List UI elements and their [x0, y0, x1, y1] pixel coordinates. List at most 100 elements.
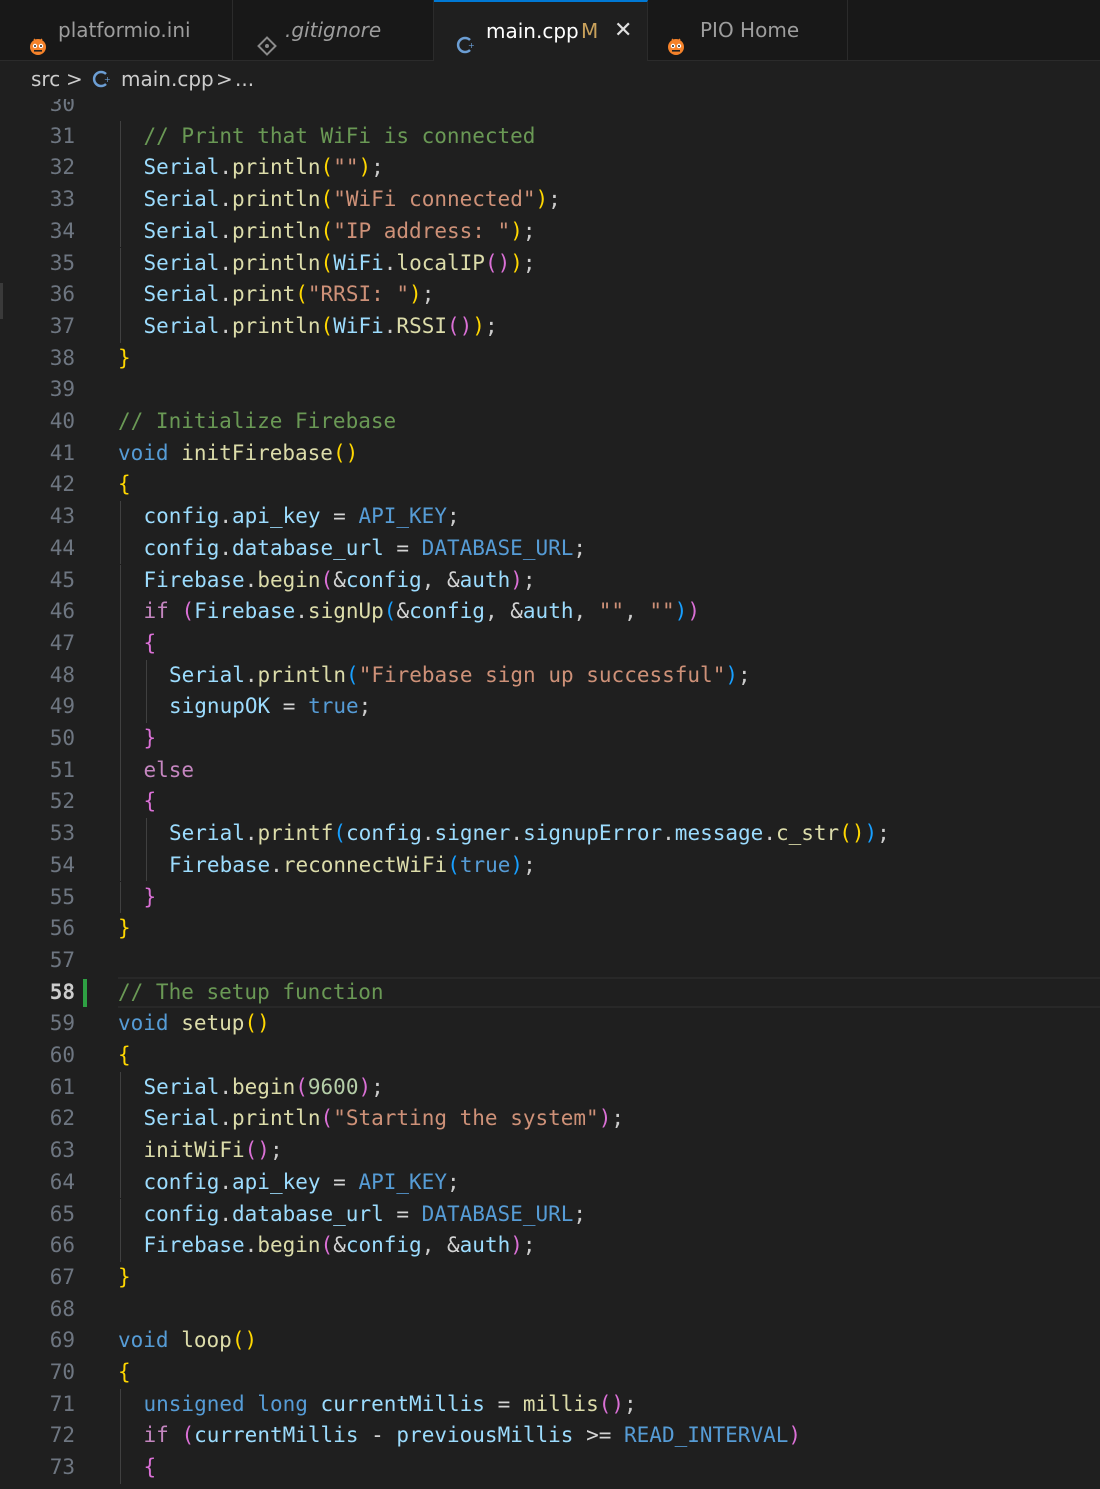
code-token: ; — [548, 187, 561, 212]
code-token: . — [219, 218, 233, 243]
code-line[interactable]: 66 Firebase.begin(&config, &auth); — [0, 1230, 1100, 1262]
code-token: api_key — [232, 504, 321, 529]
chevron-right-icon: > — [216, 67, 233, 91]
code-token: ; — [371, 1074, 384, 1099]
code-line[interactable]: 32 Serial.println(""); — [0, 152, 1100, 185]
code-token: config — [143, 1201, 220, 1226]
code-token: Firebase — [169, 852, 271, 877]
code-line[interactable]: 30 — [0, 99, 1100, 121]
code-line[interactable]: 35 Serial.println(WiFi.localIP()); — [0, 247, 1100, 280]
code-token: . — [219, 1074, 233, 1099]
code-line[interactable]: 33 Serial.println("WiFi connected"); — [0, 184, 1100, 216]
code-line[interactable]: 72 if (currentMillis - previousMillis >= … — [0, 1420, 1100, 1453]
code-line[interactable]: 45 Firebase.begin(&config, &auth); — [0, 564, 1100, 597]
code-line[interactable]: 49 signupOK = true; — [0, 691, 1100, 723]
code-line[interactable]: 73 { — [0, 1452, 1100, 1484]
code-token: . — [219, 504, 233, 529]
line-number: 32 — [49, 155, 75, 180]
code-text: Serial.println("WiFi connected"); — [144, 184, 561, 216]
tab-main-cpp[interactable]: + main.cpp M ✕ — [434, 0, 648, 61]
line-number: 63 — [49, 1138, 75, 1163]
code-token: signupError — [523, 821, 663, 846]
code-token: Serial — [143, 250, 220, 275]
code-token: ) — [358, 1074, 372, 1099]
code-token: = — [383, 535, 422, 560]
code-line[interactable]: 52 { — [0, 786, 1100, 819]
code-line[interactable]: 69 void loop() — [0, 1325, 1100, 1357]
code-line[interactable]: 56} — [0, 913, 1100, 945]
code-line[interactable]: 36 Serial.print("RRSI: "); — [0, 279, 1100, 311]
code-line[interactable]: 38} — [0, 343, 1100, 375]
code-line[interactable]: 54 Firebase.reconnectWiFi(true); — [0, 849, 1100, 882]
code-token: () — [244, 1138, 270, 1163]
tab-pio-home[interactable]: PIO Home — [648, 0, 848, 60]
code-token: Serial — [143, 313, 220, 338]
close-tab-icon[interactable]: ✕ — [614, 2, 632, 60]
code-token: & — [510, 599, 523, 624]
line-number: 70 — [49, 1360, 75, 1384]
code-token: Serial — [143, 1074, 220, 1099]
code-token: config — [346, 821, 422, 846]
code-text: } — [118, 1262, 131, 1294]
code-line[interactable]: 41 void initFirebase() — [0, 438, 1100, 470]
tab-gitignore[interactable]: .gitignore — [233, 0, 434, 60]
editor-tab-bar: platformio.ini .gitignore + main.cpp M ✕… — [0, 0, 1100, 61]
code-line[interactable]: 51 else — [0, 754, 1100, 787]
code-line[interactable]: 59 void setup() — [0, 1008, 1100, 1040]
code-token: println — [232, 187, 321, 212]
code-line[interactable]: 46 if (Firebase.signUp(&config, &auth, ""… — [0, 596, 1100, 628]
code-token: ( — [447, 852, 460, 877]
code-line[interactable]: 42 { — [0, 469, 1100, 501]
code-line[interactable]: 47 { — [0, 627, 1100, 660]
code-token: . — [244, 1233, 258, 1258]
code-line[interactable]: 67} — [0, 1262, 1100, 1294]
code-token: () — [484, 250, 511, 275]
code-line[interactable]: 53 Serial.printf(config.signer.signupErro… — [0, 818, 1100, 850]
code-token: "" — [598, 599, 625, 624]
code-token: . — [244, 821, 258, 846]
code-line[interactable]: 40 // Initialize Firebase — [0, 406, 1100, 438]
code-line[interactable]: 71 unsigned long currentMillis = millis()… — [0, 1388, 1100, 1421]
line-number: 38 — [49, 345, 75, 370]
code-line[interactable]: 48 Serial.println("Firebase sign up succe… — [0, 659, 1100, 692]
line-number: 58 — [49, 979, 75, 1004]
code-line[interactable]: 39 — [0, 374, 1100, 406]
code-token: long — [257, 1391, 308, 1416]
code-line[interactable]: 50} — [0, 723, 1100, 755]
code-token: currentMillis — [194, 1423, 359, 1448]
code-token: println — [232, 250, 321, 275]
code-line[interactable]: 62 Serial.println("Starting the system"); — [0, 1103, 1100, 1136]
line-number: 65 — [49, 1201, 75, 1226]
indent-guide — [120, 1166, 121, 1199]
code-editor[interactable]: 30 31 // Print that WiFi is connected 32 Ser… — [0, 99, 1100, 1489]
code-line[interactable]: 61 Serial.begin(9600); — [0, 1071, 1100, 1104]
code-line[interactable]: 34 Serial.println("IP address: "); — [0, 215, 1100, 248]
code-line[interactable]: 64 config.api_key = API_KEY; — [0, 1166, 1100, 1199]
code-text: Serial.println("Firebase sign up success… — [169, 660, 751, 692]
code-token: ( — [320, 187, 334, 212]
code-line[interactable]: 63 initWiFi(); — [0, 1135, 1100, 1167]
code-line[interactable]: 44 config.database_url = DATABASE_URL; — [0, 532, 1100, 565]
code-token: . — [219, 187, 233, 212]
code-text: Serial.println("Starting the system"); — [144, 1103, 625, 1135]
tab-platformio-ini[interactable]: platformio.ini — [0, 0, 233, 60]
code-line[interactable]: 37 Serial.println(WiFi.RSSI()); — [0, 310, 1100, 343]
code-token: ) — [788, 1423, 802, 1448]
code-token: ( — [320, 250, 334, 275]
code-line[interactable]: 43 config.api_key = API_KEY; — [0, 501, 1100, 533]
line-number: 51 — [49, 757, 75, 782]
code-line[interactable]: 57 — [0, 945, 1100, 977]
code-line[interactable]: 31 // Print that WiFi is connected — [0, 120, 1100, 153]
code-line[interactable]: 60 { — [0, 1040, 1100, 1072]
breadcrumb-folder[interactable]: src — [31, 67, 60, 91]
breadcrumb-file[interactable]: main.cpp — [121, 67, 214, 91]
code-line[interactable]: 68 — [0, 1294, 1100, 1326]
code-line[interactable]: 70 { — [0, 1357, 1100, 1389]
indent-guide — [120, 1135, 121, 1167]
code-line[interactable]: 65 config.database_url = DATABASE_URL; — [0, 1198, 1100, 1231]
code-line[interactable]: 58 // The setup function — [0, 976, 1100, 1009]
code-line[interactable]: 55} — [0, 881, 1100, 914]
breadcrumb-symbol[interactable]: ... — [235, 67, 254, 91]
